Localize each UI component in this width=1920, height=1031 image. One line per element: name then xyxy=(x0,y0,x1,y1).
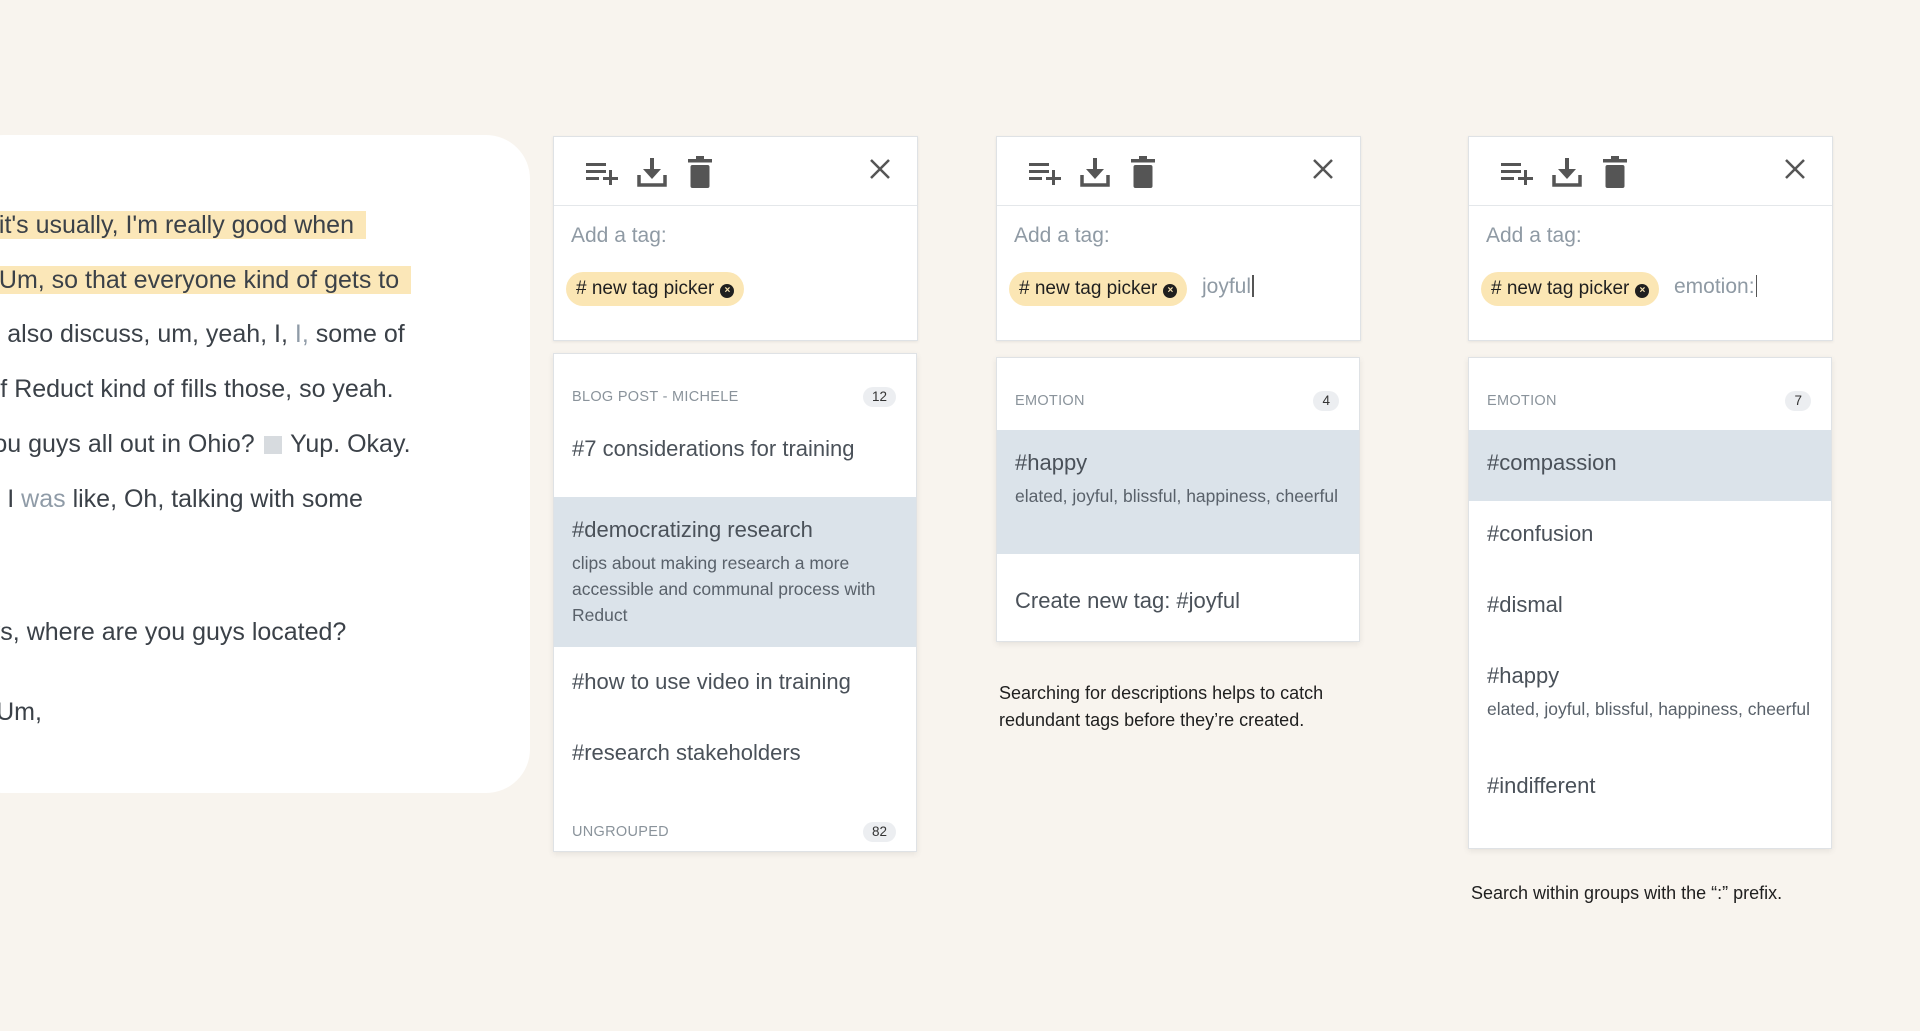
transcript-line: all. Um, so that everyone kind of gets t… xyxy=(0,260,412,300)
tag-picker-toolbar xyxy=(554,137,917,206)
playlist-add-icon[interactable] xyxy=(1027,155,1063,189)
tag-option[interactable]: #research stakeholders xyxy=(554,718,916,789)
tag-results-list: BLOG POST - MICHELE 12 #7 considerations… xyxy=(553,353,917,852)
tag-input-area[interactable]: Add a tag: # new tag picker × joyful xyxy=(997,206,1360,340)
transcript-line: , so I was like, Oh, talking with some xyxy=(0,485,363,513)
caption: Search within groups with the “:” prefix… xyxy=(1471,883,1783,903)
chip-remove-icon[interactable]: × xyxy=(1163,284,1178,298)
tag-input-area[interactable]: Add a tag: # new tag picker × xyxy=(554,206,917,340)
group-count-badge: 82 xyxy=(862,822,896,842)
close-icon[interactable] xyxy=(865,154,895,184)
tag-option[interactable]: #confusion xyxy=(1469,501,1831,572)
tag-option[interactable]: #dismal xyxy=(1469,572,1831,643)
chip-remove-icon[interactable]: × xyxy=(720,284,735,298)
tag-input-area[interactable]: Add a tag: # new tag picker × emotion: xyxy=(1469,206,1832,340)
transcript-panel: ink it's usually, I'm really good when a… xyxy=(0,135,530,793)
close-icon[interactable] xyxy=(1308,154,1338,184)
tag-results-list: EMOTION 4 #happy elated, joyful, blissfu… xyxy=(996,357,1360,642)
tag-description: elated, joyful, blissful, happiness, che… xyxy=(1487,699,1810,719)
tag-option[interactable]: #democratizing research clips about maki… xyxy=(554,497,916,647)
group-header: BLOG POST - MICHELE 12 xyxy=(554,354,916,426)
chip-remove-icon[interactable]: × xyxy=(1635,284,1650,298)
playlist-add-icon[interactable] xyxy=(1499,155,1535,189)
playhead-marker[interactable] xyxy=(263,436,282,454)
transcript-line: e you guys all out in Ohio? Yup. Okay. xyxy=(0,430,411,458)
create-tag-option[interactable]: Create new tag: #joyful xyxy=(997,554,1359,638)
tag-picker-panel-2: Add a tag: # new tag picker × joyful EMOT… xyxy=(996,136,1361,730)
transcript-line: re. Um, xyxy=(0,698,42,726)
group-header: UNGROUPED 82 xyxy=(554,789,916,851)
tag-picker-card: Add a tag: # new tag picker × xyxy=(553,136,918,341)
tag-chip[interactable]: # new tag picker × xyxy=(1009,272,1188,306)
tag-option[interactable]: #compassion xyxy=(1469,430,1831,501)
tag-picker-toolbar xyxy=(1469,137,1832,206)
tag-option[interactable]: #how to use video in training xyxy=(554,647,916,718)
transcript-line: ee if Reduct kind of fills those, so yea… xyxy=(0,375,394,403)
text-caret xyxy=(1252,275,1254,297)
group-count-badge: 7 xyxy=(1785,391,1811,411)
download-icon[interactable] xyxy=(1549,155,1585,189)
tag-chip[interactable]: # new tag picker × xyxy=(1481,272,1660,306)
close-icon[interactable] xyxy=(1780,154,1810,184)
playlist-add-icon[interactable] xyxy=(584,155,620,189)
text-caret xyxy=(1755,275,1758,297)
download-icon[interactable] xyxy=(1077,155,1113,189)
transcript-line: ink it's usually, I'm really good when xyxy=(0,205,366,245)
tag-description: elated, joyful, blissful, happiness, che… xyxy=(1015,486,1338,506)
tag-search-input[interactable]: emotion: xyxy=(1674,275,1758,299)
tag-results-list: EMOTION 7 #compassion #confusion #dismal… xyxy=(1468,357,1832,849)
group-header: EMOTION 7 xyxy=(1469,358,1831,430)
add-tag-label: Add a tag: xyxy=(1486,224,1582,247)
tag-picker-card: Add a tag: # new tag picker × joyful xyxy=(996,136,1361,341)
tag-option[interactable]: #happy elated, joyful, blissful, happine… xyxy=(1469,643,1831,767)
tag-chip[interactable]: # new tag picker × xyxy=(566,272,745,306)
tag-option[interactable]: #indifferent xyxy=(1469,767,1831,827)
trash-icon[interactable] xyxy=(1125,155,1161,189)
download-icon[interactable] xyxy=(634,155,670,189)
add-tag-label: Add a tag: xyxy=(1014,224,1110,247)
tag-picker-panel-1: Add a tag: # new tag picker × BLOG POST -… xyxy=(553,136,918,852)
trash-icon[interactable] xyxy=(1597,155,1633,189)
tag-picker-card: Add a tag: # new tag picker × emotion: xyxy=(1468,136,1833,341)
tag-search-input[interactable]: joyful xyxy=(1202,275,1254,299)
transcript-line: can also discuss, um, yeah, I, I, some o… xyxy=(0,320,405,348)
group-count-badge: 12 xyxy=(862,387,896,407)
caption: Searching for descriptions helps to catc… xyxy=(999,683,1324,730)
add-tag-label: Add a tag: xyxy=(571,224,667,247)
group-count-badge: 4 xyxy=(1313,391,1339,411)
transcript-line: guys, where are you guys located? xyxy=(0,618,347,646)
tag-picker-panel-3: Add a tag: # new tag picker × emotion: EM… xyxy=(1468,136,1833,903)
trash-icon[interactable] xyxy=(682,155,718,189)
group-header: EMOTION 4 xyxy=(997,358,1359,430)
tag-picker-toolbar xyxy=(997,137,1360,206)
tag-description: clips about making research a more acces… xyxy=(572,553,876,625)
tag-option[interactable]: #7 considerations for training xyxy=(554,426,916,497)
tag-option[interactable]: #happy elated, joyful, blissful, happine… xyxy=(997,430,1359,554)
